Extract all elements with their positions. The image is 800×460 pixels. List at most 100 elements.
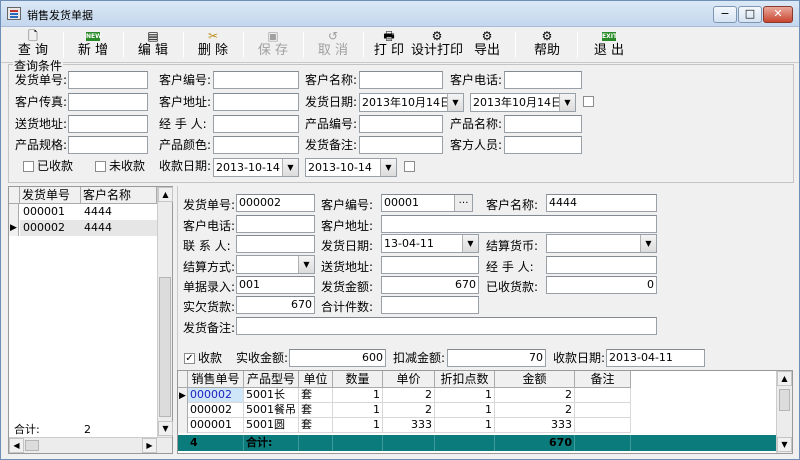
- detail-cust-addr-input[interactable]: [381, 215, 657, 233]
- grid-cell[interactable]: [575, 388, 631, 403]
- query-handler-input[interactable]: [213, 115, 299, 133]
- detail-handler-input[interactable]: [546, 256, 657, 274]
- edit-button[interactable]: ▤ 编 辑: [131, 29, 175, 61]
- query-product-spec-input[interactable]: [68, 136, 148, 154]
- grid-cell[interactable]: 1: [435, 388, 495, 403]
- chevron-down-icon[interactable]: ▼: [559, 94, 575, 111]
- detail-contact-input[interactable]: [236, 235, 315, 253]
- grid-cell[interactable]: 333: [495, 418, 575, 433]
- detail-delivery-addr-input[interactable]: [381, 256, 479, 274]
- query-ship-note-input[interactable]: [359, 136, 443, 154]
- chevron-down-icon[interactable]: ▼: [298, 256, 314, 273]
- list-row-1-no[interactable]: 000002: [20, 220, 81, 236]
- query-ship-addr-input[interactable]: [68, 115, 148, 133]
- detail-cust-name-input[interactable]: 4444: [546, 194, 657, 212]
- detail-amount-input[interactable]: 670: [381, 276, 479, 294]
- delete-button[interactable]: ✂ 删 除: [191, 29, 235, 61]
- grid-cell[interactable]: [575, 403, 631, 418]
- detail-ship-date-combo[interactable]: 13-04-11 ▼: [381, 234, 479, 253]
- grid-cell[interactable]: 000001: [188, 418, 244, 433]
- grid-cell[interactable]: 5001圆: [244, 418, 299, 433]
- detail-settle-combo[interactable]: ▼: [236, 255, 315, 274]
- cancel-button[interactable]: ↺ 取 消: [311, 29, 355, 61]
- query-product-name-input[interactable]: [504, 115, 582, 133]
- close-button[interactable]: ✕: [763, 6, 793, 23]
- grid-cell[interactable]: 1: [435, 418, 495, 433]
- save-button[interactable]: ▣ 保 存: [251, 29, 295, 61]
- scroll-left-icon[interactable]: ◀: [9, 438, 24, 453]
- grid-cell[interactable]: 1: [333, 403, 383, 418]
- maximize-button[interactable]: □: [738, 6, 762, 23]
- chevron-down-icon[interactable]: ▼: [462, 235, 478, 252]
- query-ship-date-from[interactable]: 2013年10月14日 ▼: [359, 93, 464, 112]
- detail-deduct-input[interactable]: 70: [447, 349, 546, 367]
- received-checkbox[interactable]: [23, 161, 34, 172]
- list-horizontal-scrollbar[interactable]: ◀ ▶: [9, 437, 172, 453]
- grid-cell[interactable]: 1: [435, 403, 495, 418]
- grid-cell[interactable]: 2: [495, 388, 575, 403]
- detail-entry-input[interactable]: 001: [236, 276, 315, 294]
- query-product-color-input[interactable]: [213, 136, 299, 154]
- export-button[interactable]: ⚙ 导出: [469, 29, 505, 61]
- grid-header-0[interactable]: 销售单号: [188, 371, 244, 388]
- grid-header-5[interactable]: 折扣点数: [435, 371, 495, 388]
- scroll-down-icon[interactable]: ▼: [777, 437, 792, 452]
- query-ship-no-input[interactable]: [68, 71, 148, 89]
- grid-cell[interactable]: 套: [299, 403, 333, 418]
- detail-received-input[interactable]: 0: [546, 276, 657, 294]
- list-scroll-thumb[interactable]: [159, 277, 171, 417]
- grid-header-6[interactable]: 金额: [495, 371, 575, 388]
- chevron-down-icon[interactable]: ▼: [282, 159, 298, 176]
- detail-cust-code-input[interactable]: 00001…: [381, 194, 473, 212]
- query-cust-staff-input[interactable]: [504, 136, 582, 154]
- lookup-icon[interactable]: …: [454, 195, 472, 211]
- print-button[interactable]: 🖶 打 印: [369, 29, 409, 61]
- list-row-1-name[interactable]: 4444: [81, 220, 157, 236]
- list-row-0-no[interactable]: 000001: [20, 204, 81, 220]
- grid-header-2[interactable]: 单位: [299, 371, 333, 388]
- scroll-right-icon[interactable]: ▶: [142, 438, 157, 453]
- help-button[interactable]: ⚙ 帮助: [529, 29, 565, 61]
- grid-cell[interactable]: 1: [333, 388, 383, 403]
- grid-cell[interactable]: 套: [299, 418, 333, 433]
- scroll-down-icon[interactable]: ▼: [158, 421, 173, 436]
- grid-cell[interactable]: 333: [383, 418, 435, 433]
- query-cust-addr-input[interactable]: [213, 93, 299, 111]
- query-product-code-input[interactable]: [359, 115, 443, 133]
- chevron-down-icon[interactable]: ▼: [447, 94, 463, 111]
- exit-button[interactable]: EXIT 退 出: [587, 29, 631, 61]
- scroll-up-icon[interactable]: ▲: [777, 371, 792, 386]
- detail-cust-phone-input[interactable]: [236, 215, 315, 233]
- grid-header-3[interactable]: 数量: [333, 371, 383, 388]
- unreceived-checkbox[interactable]: [95, 161, 106, 172]
- detail-receipt-date-input[interactable]: 2013-04-11: [606, 349, 705, 367]
- grid-header-4[interactable]: 单价: [383, 371, 435, 388]
- ship-date-filter-checkbox[interactable]: [583, 96, 594, 107]
- query-receipt-date-to[interactable]: 2013-10-14 ▼: [305, 158, 397, 177]
- chevron-down-icon[interactable]: ▼: [640, 235, 656, 252]
- query-cust-phone-input[interactable]: [504, 71, 582, 89]
- grid-cell[interactable]: 000002: [188, 388, 244, 403]
- grid-cell[interactable]: [575, 418, 631, 433]
- grid-cell[interactable]: 套: [299, 388, 333, 403]
- grid-cell[interactable]: 000002: [188, 403, 244, 418]
- detail-ship-no-input[interactable]: 000002: [236, 194, 315, 212]
- grid-cell[interactable]: 5001餐吊: [244, 403, 299, 418]
- grid-cell[interactable]: 2: [495, 403, 575, 418]
- pay-checkbox[interactable]: ✓: [184, 353, 195, 364]
- grid-cell[interactable]: 2: [383, 388, 435, 403]
- detail-owed-input[interactable]: 670: [236, 296, 315, 314]
- detail-count-input[interactable]: [381, 296, 479, 314]
- scroll-up-icon[interactable]: ▲: [158, 187, 173, 202]
- list-header-cust-name[interactable]: 客户名称: [81, 187, 157, 204]
- list-vertical-scrollbar[interactable]: ▲ ▼: [157, 187, 173, 437]
- detail-actual-input[interactable]: 600: [289, 349, 386, 367]
- grid-cell[interactable]: 5001长: [244, 388, 299, 403]
- query-cust-name-input[interactable]: [359, 71, 443, 89]
- detail-note-input[interactable]: [236, 317, 657, 335]
- query-receipt-date-from[interactable]: 2013-10-14 ▼: [213, 158, 299, 177]
- query-ship-date-to[interactable]: 2013年10月14日 ▼: [470, 93, 576, 112]
- grid-vertical-scrollbar[interactable]: ▲ ▼: [776, 371, 792, 453]
- grid-header-1[interactable]: 产品型号: [244, 371, 299, 388]
- grid-cell[interactable]: 2: [383, 403, 435, 418]
